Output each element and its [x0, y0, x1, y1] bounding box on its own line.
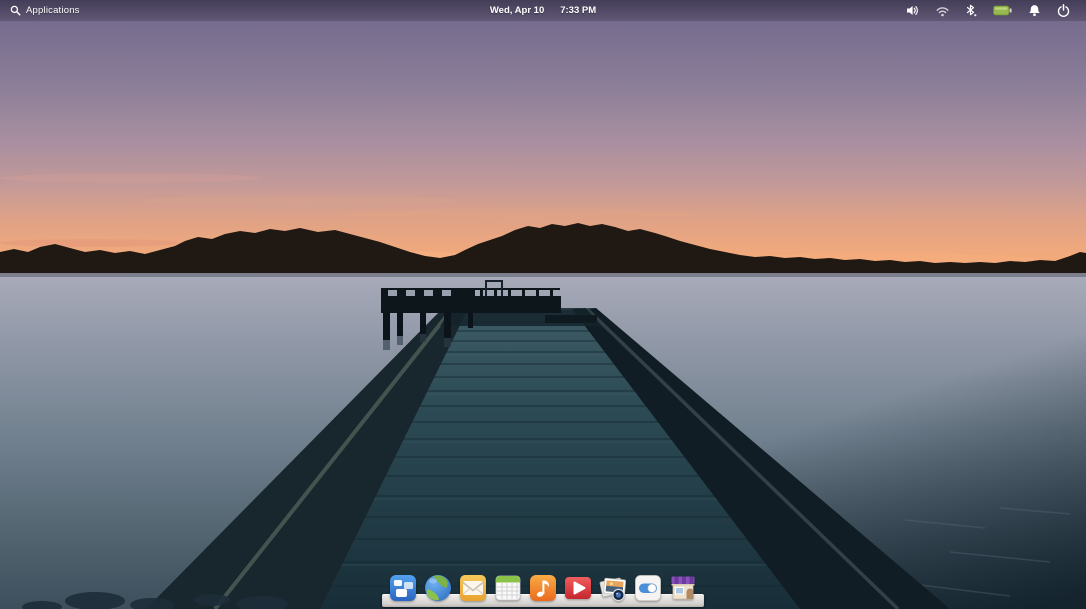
- music-note-icon: [528, 573, 558, 603]
- bluetooth-indicator[interactable]: [957, 0, 985, 21]
- panel-indicators: [898, 0, 1086, 21]
- dock-app-mail[interactable]: [458, 573, 488, 603]
- power-icon: [1057, 4, 1070, 17]
- envelope-icon: [458, 573, 488, 603]
- desktop: Applications Wed, Apr 10 7:33 PM: [0, 0, 1086, 609]
- notifications-indicator[interactable]: [1020, 0, 1049, 21]
- wallpaper-scene: [0, 0, 1086, 609]
- dock-app-web-browser[interactable]: [423, 573, 453, 603]
- pier-end-platform: [381, 296, 561, 313]
- wallpaper: [0, 0, 1086, 609]
- top-panel: Applications Wed, Apr 10 7:33 PM: [0, 0, 1086, 21]
- dock-app-system-settings[interactable]: [633, 573, 663, 603]
- bluetooth-icon: [965, 4, 977, 17]
- windows-icon: [388, 573, 418, 603]
- network-indicator[interactable]: [928, 0, 957, 21]
- wifi-icon: [936, 5, 949, 17]
- dock-app-multitasking-view[interactable]: [388, 573, 418, 603]
- dock: [378, 567, 708, 609]
- dock-app-calendar[interactable]: [493, 573, 523, 603]
- bell-icon: [1028, 4, 1041, 17]
- play-icon: [563, 573, 593, 603]
- dock-app-photos[interactable]: [598, 573, 628, 603]
- battery-icon: [993, 5, 1012, 16]
- applications-menu[interactable]: Applications: [0, 0, 90, 21]
- speaker-icon: [906, 4, 920, 17]
- applications-label: Applications: [26, 5, 80, 16]
- dock-app-music[interactable]: [528, 573, 558, 603]
- toggle-icon: [633, 573, 663, 603]
- globe-icon: [423, 573, 453, 603]
- panel-date: Wed, Apr 10: [490, 5, 544, 16]
- panel-time: 7:33 PM: [560, 5, 596, 16]
- session-indicator[interactable]: [1049, 0, 1078, 21]
- search-icon: [10, 5, 21, 16]
- dock-icons: [388, 573, 698, 603]
- calendar-icon: [493, 573, 523, 603]
- datetime-indicator[interactable]: Wed, Apr 10 7:33 PM: [490, 0, 596, 21]
- dock-app-appcenter[interactable]: [668, 573, 698, 603]
- dock-app-videos[interactable]: [563, 573, 593, 603]
- battery-indicator[interactable]: [985, 0, 1020, 21]
- photo-stack-icon: [598, 573, 628, 603]
- storefront-icon: [668, 573, 698, 603]
- volume-indicator[interactable]: [898, 0, 928, 21]
